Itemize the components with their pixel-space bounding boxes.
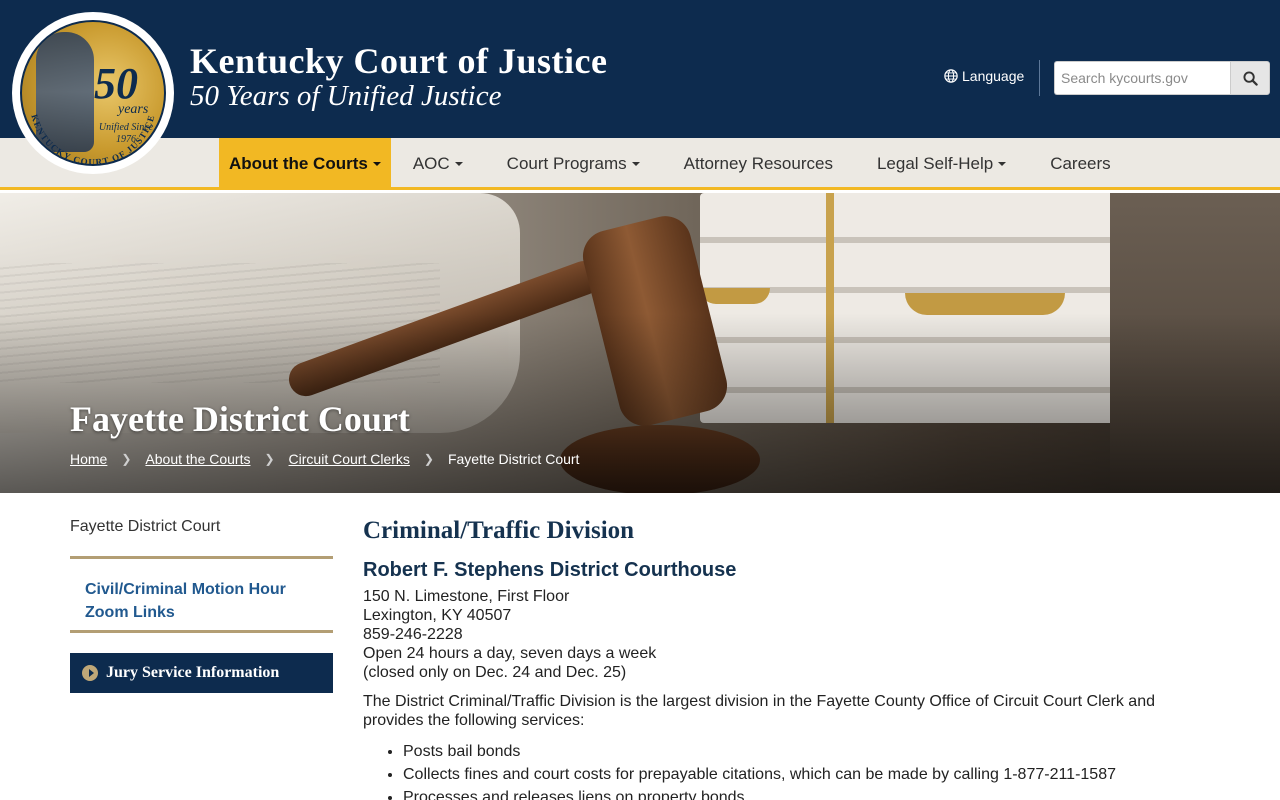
caret-down-icon (998, 162, 1007, 166)
hours-note: (closed only on Dec. 24 and Dec. 25) (363, 664, 627, 681)
main-content: Criminal/Traffic Division Robert F. Step… (363, 515, 1243, 800)
phone-number: 859-246-2228 (363, 626, 463, 643)
sidebar-image: Fayette District Court (70, 518, 220, 536)
nav-item-label: Attorney Resources (683, 154, 833, 173)
sidebar-divider-bottom (70, 630, 333, 633)
sidebar-divider-top (70, 556, 333, 559)
caret-down-icon (372, 162, 381, 166)
nav-item-aoc[interactable]: AOC (391, 138, 485, 190)
caret-down-icon (631, 162, 640, 166)
sidebar-image-alt: Fayette District Court (70, 518, 221, 535)
nav-item-attorney-resources[interactable]: Attorney Resources (662, 138, 855, 190)
nav-item-label: About the Courts (229, 154, 368, 173)
site-header: Kentucky Court of Justice 50 Years of Un… (0, 0, 1280, 138)
chevron-right-icon: ❯ (423, 452, 434, 466)
division-heading: Criminal/Traffic Division (363, 517, 635, 544)
hero-shade (0, 193, 1280, 493)
breadcrumb-circuit-court-clerks[interactable]: Circuit Court Clerks (289, 451, 410, 467)
svg-text:KENTUCKY COURT OF JUSTICE: KENTUCKY COURT OF JUSTICE (29, 113, 156, 167)
nav-item-label: Careers (1050, 154, 1111, 173)
nav-item-about-the-courts[interactable]: About the Courts (219, 138, 391, 190)
list-item: Processes and releases liens on property… (403, 786, 1243, 800)
site-tagline: 50 Years of Unified Justice (190, 80, 502, 112)
services-list: Posts bail bonds Collects fines and cour… (363, 740, 1243, 800)
courthouse-address: 150 N. Limestone, First Floor Lexington,… (363, 587, 1243, 682)
jury-service-button[interactable]: Jury Service Information (70, 653, 333, 693)
seal-ring: KENTUCKY COURT OF JUSTICE (29, 113, 156, 167)
chevron-right-icon: ❯ (121, 452, 132, 466)
breadcrumb-current: Fayette District Court (447, 451, 580, 467)
jury-service-label: Jury Service Information (106, 664, 280, 681)
sidebar-link-motion-hour[interactable]: Civil/Criminal Motion Hour Zoom Links (85, 578, 325, 624)
nav-item-legal-self-help[interactable]: Legal Self-Help (855, 138, 1028, 190)
address-line: Lexington, KY 40507 (363, 607, 512, 624)
breadcrumb: Home ❯ About the Courts ❯ Circuit Court … (70, 451, 579, 467)
nav-item-label: AOC (412, 154, 450, 173)
nav-items: About the Courts AOC Court Programs Attorne… (219, 138, 1133, 190)
division-intro: The District Criminal/Traffic Division i… (363, 693, 1155, 729)
language-label: Language (962, 68, 1025, 84)
caret-down-icon (454, 162, 463, 166)
breadcrumb-about-courts[interactable]: About the Courts (145, 451, 250, 467)
hero-banner: Fayette District Court Home ❯ About the … (0, 193, 1280, 493)
search-button[interactable] (1230, 61, 1270, 95)
court-seal-logo[interactable]: 50 years Unified Since 1976 KENTUCKY COU… (12, 12, 174, 174)
site-title[interactable]: Kentucky Court of Justice (190, 40, 607, 82)
globe-icon (944, 69, 958, 83)
seal-ring-text: KENTUCKY COURT OF JUSTICE (29, 113, 155, 167)
page-title: Fayette District Court (70, 399, 410, 439)
site-search (1054, 61, 1270, 95)
nav-item-court-programs[interactable]: Court Programs (485, 138, 662, 190)
main-nav: About the Courts AOC Court Programs Attorne… (0, 138, 1280, 190)
hours-line: Open 24 hours a day, seven days a week (363, 645, 657, 662)
address-line: 150 N. Limestone, First Floor (363, 588, 570, 605)
list-item: Collects fines and court costs for prepa… (403, 763, 1243, 786)
language-selector[interactable]: Language (944, 68, 1024, 84)
search-input[interactable] (1054, 61, 1230, 95)
courthouse-heading: Robert F. Stephens District Courthouse (363, 559, 737, 581)
list-item: Posts bail bonds (403, 740, 1243, 763)
nav-item-label: Legal Self-Help (876, 154, 994, 173)
search-icon (1242, 70, 1258, 86)
breadcrumb-home[interactable]: Home (70, 451, 107, 467)
header-divider (1039, 60, 1040, 96)
nav-item-careers[interactable]: Careers (1028, 138, 1132, 190)
nav-item-label: Court Programs (506, 154, 627, 173)
arrow-circle-icon (82, 665, 98, 681)
chevron-right-icon: ❯ (264, 452, 275, 466)
